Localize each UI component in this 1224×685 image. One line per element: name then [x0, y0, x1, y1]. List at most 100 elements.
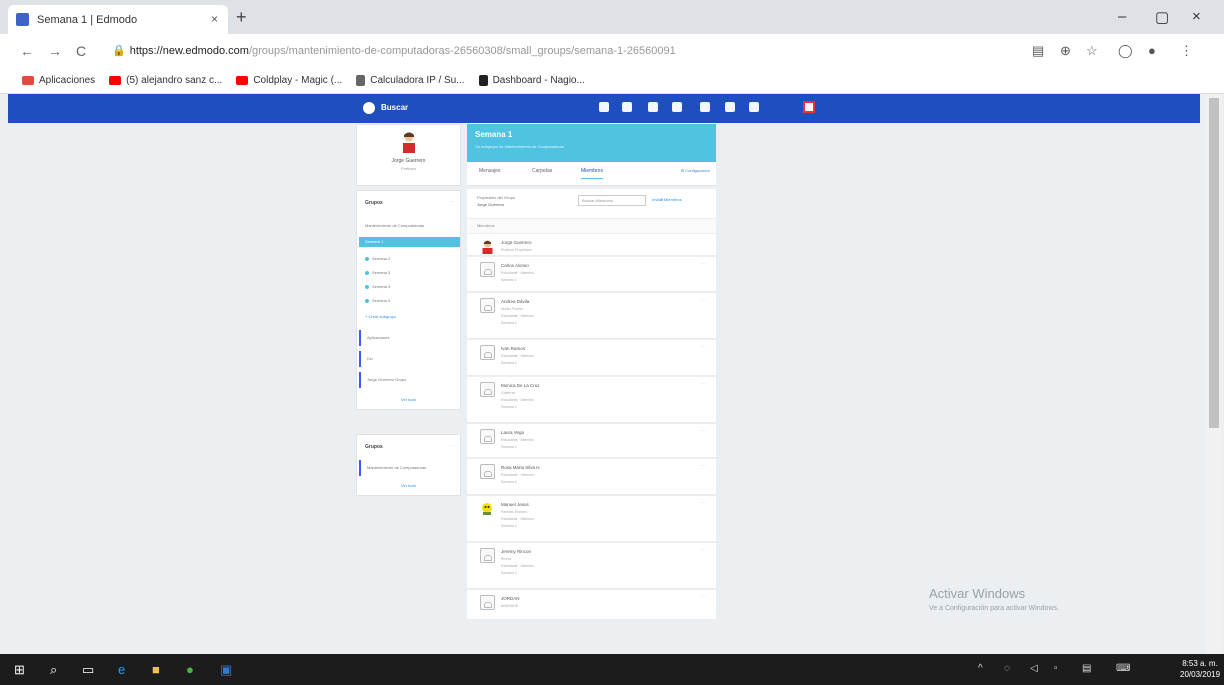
reports-icon[interactable] [749, 102, 759, 112]
bookmark-nagios[interactable]: Dashboard - Nagio... [478, 75, 585, 86]
bookmark-star-icon[interactable]: ☆ [1086, 43, 1098, 59]
group-subtitle[interactable]: Un subgrupo de Mantenimiento de Computad… [475, 144, 564, 149]
member-more-icon[interactable]: ··· [701, 500, 706, 506]
member-more-icon[interactable]: ··· [701, 463, 706, 469]
default-avatar-icon[interactable] [480, 429, 495, 444]
subgroup-item[interactable]: Semana 4 [359, 282, 460, 292]
forward-button[interactable]: → [48, 43, 62, 59]
groups2-more-icon[interactable]: ··· [449, 443, 454, 449]
library-icon[interactable] [672, 102, 682, 112]
translate-icon[interactable]: ▤ [1032, 43, 1044, 59]
chrome-icon[interactable]: ● [186, 662, 194, 677]
member-name[interactable]: Andrea Dávila [501, 299, 529, 304]
subgroup-item[interactable]: Semana 5 [359, 296, 460, 306]
word-icon[interactable]: ▣ [220, 662, 232, 678]
member-more-icon[interactable]: ··· [701, 428, 706, 434]
discover-icon[interactable] [622, 102, 632, 112]
profile-icon[interactable]: ● [1148, 43, 1156, 58]
member-row[interactable]: Monica De La Cruz Gutierrez Estudiante · M… [467, 377, 716, 423]
windows-start-icon[interactable]: ⊞ [14, 662, 25, 678]
minimize-button[interactable]: – [1118, 8, 1126, 25]
tab-mensajes[interactable]: Mensajes [479, 168, 500, 174]
tab-close-icon[interactable]: × [211, 12, 218, 26]
subgroup-item[interactable]: Semana 2 [359, 254, 460, 264]
member-row[interactable]: Andrea Dávila Nuñez Puerta Estudiante · Mi… [467, 293, 716, 339]
task-view-icon[interactable]: ▭ [82, 662, 94, 678]
see-all-groups2-link[interactable]: Ver todo [357, 483, 460, 488]
menu-icon[interactable]: ⋮ [1180, 43, 1193, 59]
member-name[interactable]: Rosa Maria Silva H [501, 465, 540, 470]
member-row[interactable]: Laura Vega Estudiante · Miembro Semana 1 ··… [467, 424, 716, 458]
teacher-avatar-icon[interactable] [480, 239, 495, 254]
action-center-icon[interactable]: ▤ [1082, 663, 1091, 674]
close-window-button[interactable]: × [1192, 8, 1201, 25]
bookmark-youtube-2[interactable]: Coldplay - Magic (... [236, 75, 342, 86]
member-more-icon[interactable]: ··· [701, 594, 706, 600]
notifications-icon[interactable] [725, 102, 735, 112]
network-icon[interactable]: ◌ [1004, 663, 1010, 674]
profile-name[interactable]: Jorge Guerrero [357, 158, 460, 164]
member-row[interactable]: Rosa Maria Silva H Estudiante · Miembro Se… [467, 459, 716, 495]
member-name[interactable]: Manuel Jesus [501, 502, 529, 507]
member-row[interactable]: Carlos Alonso Estudiante · Miembro Semana … [467, 257, 716, 292]
volume-icon[interactable]: ◁ [1030, 663, 1038, 674]
member-more-icon[interactable]: ··· [701, 261, 706, 267]
create-subgroup-link[interactable]: + Crear subgrupo [359, 312, 460, 322]
group-item[interactable]: Mantenimiento de Computadoras [359, 221, 460, 231]
scrollbar-thumb[interactable] [1209, 98, 1219, 428]
character-avatar-icon[interactable] [480, 501, 495, 516]
member-name[interactable]: JORDAN [501, 596, 520, 601]
page-scrollbar[interactable] [1206, 94, 1222, 654]
edge-icon[interactable]: e [118, 662, 125, 677]
new-tab-button[interactable]: + [236, 8, 247, 26]
member-name[interactable]: Monica De La Cruz [501, 383, 540, 388]
member-name[interactable]: Ivan Ramos [501, 346, 525, 351]
default-avatar-icon[interactable] [480, 298, 495, 313]
global-search[interactable]: Buscar [381, 103, 408, 112]
bookmark-calculator[interactable]: Calculadora IP / Su... [356, 75, 465, 86]
group-item[interactable]: Jorge Guerrero Grupo [359, 372, 460, 388]
invite-members-link[interactable]: Invitar Miembros [652, 197, 682, 202]
extension-icon[interactable]: ◯ [1118, 43, 1133, 59]
member-row[interactable]: Ivan Ramos Estudiante · Miembro Semana 1 ··… [467, 340, 716, 376]
back-button[interactable]: ← [20, 43, 34, 59]
home-icon[interactable] [599, 102, 609, 112]
member-row[interactable]: Jorge Guerrero Profesor Propietario [467, 234, 716, 256]
group-item-selected[interactable]: Semana 1 [359, 237, 460, 247]
progress-icon[interactable] [648, 102, 658, 112]
member-name[interactable]: Jeremy Rincon [501, 549, 531, 554]
search-icon[interactable]: ⌕ [50, 662, 57, 678]
nav-avatar[interactable] [803, 101, 815, 113]
member-name[interactable]: Laura Vega [501, 430, 524, 435]
member-more-icon[interactable]: ··· [701, 381, 706, 387]
file-explorer-icon[interactable]: ■ [152, 662, 160, 677]
member-more-icon[interactable]: ··· [701, 547, 706, 553]
reload-button[interactable]: C [76, 43, 86, 59]
teacher-avatar-icon[interactable] [401, 131, 417, 153]
address-bar[interactable]: 🔒 https://new.edmodo.com/groups/mantenimi… [112, 40, 1012, 62]
tab-miembros[interactable]: Miembros [581, 168, 603, 179]
member-row[interactable]: JORDAN ANDRADE ··· [467, 590, 716, 620]
default-avatar-icon[interactable] [480, 382, 495, 397]
default-avatar-icon[interactable] [480, 262, 495, 277]
maximize-button[interactable]: ▢ [1155, 8, 1169, 26]
messages-icon[interactable] [700, 102, 710, 112]
default-avatar-icon[interactable] [480, 464, 495, 479]
browser-tab[interactable]: Semana 1 | Edmodo × [8, 5, 228, 34]
group-item[interactable]: Aplicaciones [359, 330, 460, 346]
member-name[interactable]: Carlos Alonso [501, 263, 529, 268]
subgroup-item[interactable]: Semana 3 [359, 268, 460, 278]
settings-link[interactable]: ⚙ Configuración [681, 168, 710, 173]
edmodo-logo-icon[interactable] [363, 102, 375, 114]
group-item[interactable]: Mantenimiento de Computadoras [359, 460, 460, 476]
bookmark-youtube-1[interactable]: (5) alejandro sanz c... [109, 75, 222, 86]
default-avatar-icon[interactable] [480, 548, 495, 563]
language-icon[interactable]: ▫ [1054, 663, 1058, 674]
member-row[interactable]: Manuel Jesus Paredes Romero Estudiante · M… [467, 496, 716, 542]
default-avatar-icon[interactable] [480, 595, 495, 610]
member-more-icon[interactable]: ··· [701, 344, 706, 350]
see-all-groups-link[interactable]: Ver todo [357, 397, 460, 402]
tray-chevron-icon[interactable]: ^ [978, 663, 983, 674]
bookmark-apps[interactable]: Aplicaciones [22, 75, 95, 86]
group-item[interactable]: Dci [359, 351, 460, 367]
